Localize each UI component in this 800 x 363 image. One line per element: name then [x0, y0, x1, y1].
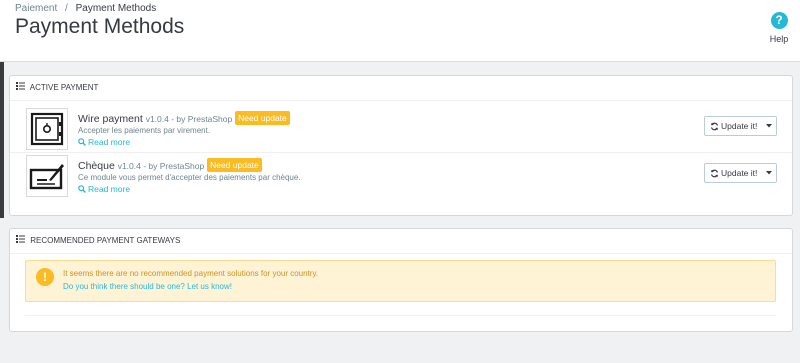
active-payment-panel: ACTIVE PAYMENT Wire payment v1.0.4 - by …: [9, 75, 793, 216]
update-button[interactable]: Update it!: [704, 163, 777, 183]
panel-heading: RECOMMENDED PAYMENT GATEWAYS: [10, 229, 792, 254]
module-name: Wire payment: [78, 113, 143, 125]
update-button-main[interactable]: Update it!: [705, 121, 762, 131]
module-description: Ce module vous permet d'accepter des pai…: [78, 173, 301, 182]
window-edge: [0, 62, 4, 218]
question-circle-icon: ?: [770, 12, 788, 29]
update-button-label: Update it!: [721, 168, 758, 178]
module-title: Wire payment v1.0.4 - by PrestaShop Need…: [78, 111, 290, 125]
module-description: Accepter les paiements par virement.: [78, 126, 211, 135]
search-icon: [78, 138, 86, 146]
refresh-icon: [710, 169, 719, 177]
page-title: Payment Methods: [15, 15, 185, 38]
panel-heading: ACTIVE PAYMENT: [10, 76, 792, 101]
alert-message: It seems there are no recommended paymen…: [63, 269, 319, 278]
breadcrumb-separator: /: [65, 3, 68, 14]
update-button[interactable]: Update it!: [704, 116, 777, 136]
module-version: v1.0.4 - by PrestaShop: [145, 114, 233, 124]
need-update-badge: Need update: [235, 111, 290, 125]
breadcrumb-parent[interactable]: Paiement: [15, 3, 57, 14]
help-button[interactable]: ? Help: [768, 12, 790, 44]
panel-heading-text: ACTIVE PAYMENT: [29, 83, 99, 93]
dropdown-toggle[interactable]: [762, 171, 776, 175]
read-more-label: Read more: [88, 137, 131, 147]
exclamation-circle-icon: !: [36, 268, 54, 286]
divider: [25, 315, 776, 316]
need-update-badge: Need update: [207, 158, 262, 172]
caret-down-icon: [766, 124, 772, 128]
help-label: Help: [769, 34, 789, 44]
list-icon: [16, 76, 25, 100]
panel-heading-text: RECOMMENDED PAYMENT GATEWAYS: [30, 236, 181, 246]
read-more-link[interactable]: Read more: [78, 184, 130, 194]
search-icon: [78, 185, 86, 193]
read-more-label: Read more: [88, 184, 131, 194]
warning-alert: ! It seems there are no recommended paym…: [25, 260, 776, 302]
module-version: v1.0.4 - by PrestaShop: [117, 161, 205, 171]
module-title: Chèque v1.0.4 - by PrestaShop Need updat…: [78, 158, 262, 172]
module-row-wire-payment: Wire payment v1.0.4 - by PrestaShop Need…: [10, 106, 792, 153]
breadcrumb-current: Payment Methods: [75, 3, 157, 14]
update-button-main[interactable]: Update it!: [705, 168, 762, 178]
recommended-gateways-panel: RECOMMENDED PAYMENT GATEWAYS ! It seems …: [9, 228, 793, 332]
breadcrumb: Paiement / Payment Methods: [15, 3, 156, 14]
let-us-know-link[interactable]: Do you think there should be one? Let us…: [63, 282, 232, 291]
dropdown-toggle[interactable]: [762, 124, 776, 128]
page-header: Paiement / Payment Methods Payment Metho…: [0, 0, 800, 62]
module-name: Chèque: [78, 160, 115, 172]
list-icon: [16, 229, 25, 253]
refresh-icon: [710, 122, 719, 130]
caret-down-icon: [766, 171, 772, 175]
cheque-icon: [26, 155, 68, 197]
safe-icon: [26, 108, 68, 150]
read-more-link[interactable]: Read more: [78, 137, 130, 147]
update-button-label: Update it!: [721, 121, 758, 131]
module-row-cheque: Chèque v1.0.4 - by PrestaShop Need updat…: [10, 153, 792, 199]
